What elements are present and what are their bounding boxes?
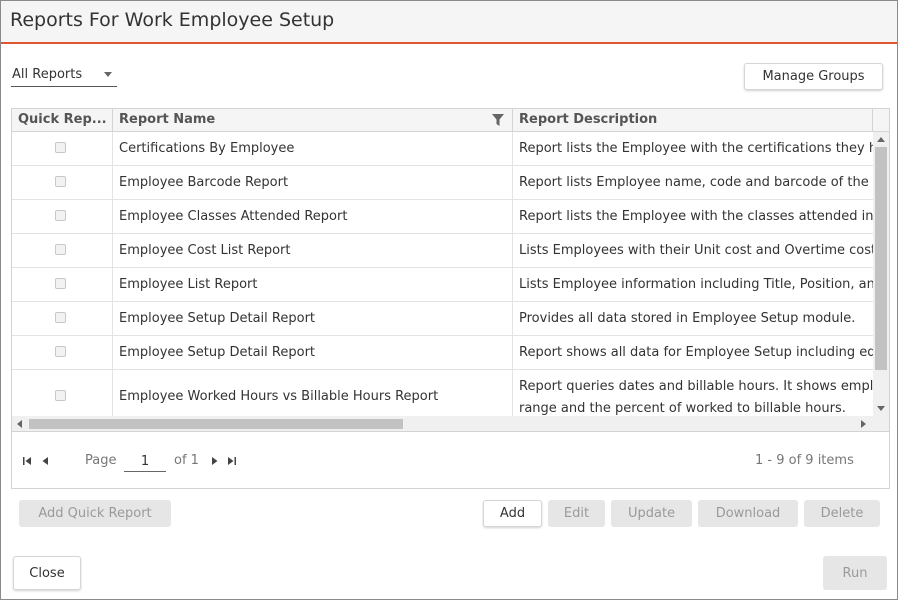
report-description-cell: Lists Employee information including Tit…: [513, 268, 873, 301]
table-row[interactable]: Employee Setup Detail Report Provides al…: [12, 302, 873, 336]
report-description-cell: Report lists the Employee with the certi…: [513, 132, 873, 165]
report-description-line2: range and the percent of worked to billa…: [519, 401, 846, 416]
vertical-scrollbar[interactable]: [873, 132, 889, 416]
add-button[interactable]: Add: [483, 500, 542, 527]
report-description: Provides all data stored in Employee Set…: [519, 311, 856, 326]
quick-report-checkbox[interactable]: [55, 312, 66, 323]
previous-page-icon[interactable]: [40, 456, 50, 466]
delete-button[interactable]: Delete: [804, 500, 880, 527]
next-page-icon[interactable]: [210, 456, 220, 466]
scroll-right-icon[interactable]: [861, 420, 866, 428]
manage-groups-button[interactable]: Manage Groups: [744, 63, 883, 90]
dialog-titlebar: Reports For Work Employee Setup: [1, 1, 897, 44]
report-description-cell: Report queries dates and billable hours.…: [513, 370, 873, 416]
report-name-cell: Employee Setup Detail Report: [113, 302, 513, 335]
grid-body: Certifications By Employee Report lists …: [12, 132, 873, 416]
report-description: Report lists the Employee with the class…: [519, 209, 873, 224]
edit-button[interactable]: Edit: [548, 500, 605, 527]
report-description-cell: Provides all data stored in Employee Set…: [513, 302, 873, 335]
horizontal-scroll-thumb[interactable]: [29, 419, 403, 429]
scroll-down-icon[interactable]: [877, 406, 885, 411]
quick-report-checkbox[interactable]: [55, 244, 66, 255]
quick-report-checkbox[interactable]: [55, 142, 66, 153]
table-row[interactable]: Employee Classes Attended Report Report …: [12, 200, 873, 234]
report-name: Employee Barcode Report: [119, 175, 289, 190]
quick-report-checkbox[interactable]: [55, 346, 66, 357]
quick-report-cell: [12, 200, 113, 233]
quick-report-cell: [12, 132, 113, 165]
report-description-cell: Lists Employees with their Unit cost and…: [513, 234, 873, 267]
report-name: Employee List Report: [119, 277, 258, 292]
first-page-icon[interactable]: [22, 456, 32, 466]
items-summary: 1 - 9 of 9 items: [755, 453, 854, 468]
page-number-input[interactable]: 1: [124, 452, 166, 472]
report-name: Employee Cost List Report: [119, 243, 291, 258]
quick-report-checkbox[interactable]: [55, 278, 66, 289]
quick-report-cell: [12, 234, 113, 267]
grid-header: Quick Rep... Report Name Report Descript…: [12, 109, 889, 132]
report-name-cell: Employee Cost List Report: [113, 234, 513, 267]
filter-icon[interactable]: [492, 114, 504, 126]
quick-report-checkbox[interactable]: [55, 390, 66, 401]
report-name: Certifications By Employee: [119, 141, 295, 156]
report-description: Lists Employee information including Tit…: [519, 277, 873, 292]
table-row[interactable]: Employee List Report Lists Employee info…: [12, 268, 873, 302]
report-name-cell: Employee Setup Detail Report: [113, 336, 513, 369]
column-header-report-name[interactable]: Report Name: [113, 109, 513, 131]
table-row[interactable]: Certifications By Employee Report lists …: [12, 132, 873, 166]
report-name-cell: Certifications By Employee: [113, 132, 513, 165]
report-description: Report lists Employee name, code and bar…: [519, 175, 873, 190]
grid-pager: Page 1 of 1 1 - 9 of 9 items: [12, 433, 889, 488]
quick-report-cell: [12, 370, 113, 416]
last-page-icon[interactable]: [227, 456, 237, 466]
report-description-cell: Report lists Employee name, code and bar…: [513, 166, 873, 199]
table-row[interactable]: Employee Worked Hours vs Billable Hours …: [12, 370, 873, 416]
report-description: Report shows all data for Employee Setup…: [519, 345, 873, 360]
vertical-scroll-thumb[interactable]: [875, 147, 887, 370]
report-description: Report lists the Employee with the certi…: [519, 141, 873, 156]
horizontal-scrollbar[interactable]: [12, 416, 889, 432]
report-name: Employee Worked Hours vs Billable Hours …: [119, 389, 439, 404]
quick-report-cell: [12, 336, 113, 369]
caret-down-icon: [104, 72, 112, 77]
quick-report-checkbox[interactable]: [55, 176, 66, 187]
quick-report-cell: [12, 268, 113, 301]
table-row[interactable]: Employee Barcode Report Report lists Emp…: [12, 166, 873, 200]
column-header-report-description[interactable]: Report Description: [513, 109, 873, 131]
report-name-cell: Employee Worked Hours vs Billable Hours …: [113, 370, 513, 416]
run-button[interactable]: Run: [823, 556, 887, 590]
reports-dialog: Reports For Work Employee Setup All Repo…: [0, 0, 898, 600]
report-name-cell: Employee Classes Attended Report: [113, 200, 513, 233]
dialog-title: Reports For Work Employee Setup: [10, 9, 335, 31]
page-label: Page: [85, 453, 117, 468]
update-button[interactable]: Update: [611, 500, 692, 527]
report-name: Employee Classes Attended Report: [119, 209, 348, 224]
report-description-cell: Report lists the Employee with the class…: [513, 200, 873, 233]
report-name: Employee Setup Detail Report: [119, 311, 316, 326]
report-description: Lists Employees with their Unit cost and…: [519, 243, 873, 258]
report-name-cell: Employee List Report: [113, 268, 513, 301]
reports-grid: Quick Rep... Report Name Report Descript…: [11, 108, 890, 489]
quick-report-cell: [12, 166, 113, 199]
page-of-label: of 1: [174, 453, 199, 468]
report-description-cell: Report shows all data for Employee Setup…: [513, 336, 873, 369]
scroll-left-icon[interactable]: [17, 420, 22, 428]
report-name-cell: Employee Barcode Report: [113, 166, 513, 199]
quick-report-cell: [12, 302, 113, 335]
close-button[interactable]: Close: [13, 556, 81, 590]
column-header-quick-report[interactable]: Quick Rep...: [12, 109, 113, 131]
download-button[interactable]: Download: [698, 500, 798, 527]
report-filter-value: All Reports: [12, 67, 83, 82]
table-row[interactable]: Employee Cost List Report Lists Employee…: [12, 234, 873, 268]
quick-report-checkbox[interactable]: [55, 210, 66, 221]
column-header-report-name-label: Report Name: [119, 112, 216, 127]
table-row[interactable]: Employee Setup Detail Report Report show…: [12, 336, 873, 370]
report-filter-dropdown[interactable]: All Reports: [11, 65, 117, 87]
report-name: Employee Setup Detail Report: [119, 345, 316, 360]
scroll-up-icon[interactable]: [877, 137, 885, 142]
add-quick-report-button[interactable]: Add Quick Report: [19, 500, 171, 527]
report-description: Report queries dates and billable hours.…: [519, 379, 873, 394]
